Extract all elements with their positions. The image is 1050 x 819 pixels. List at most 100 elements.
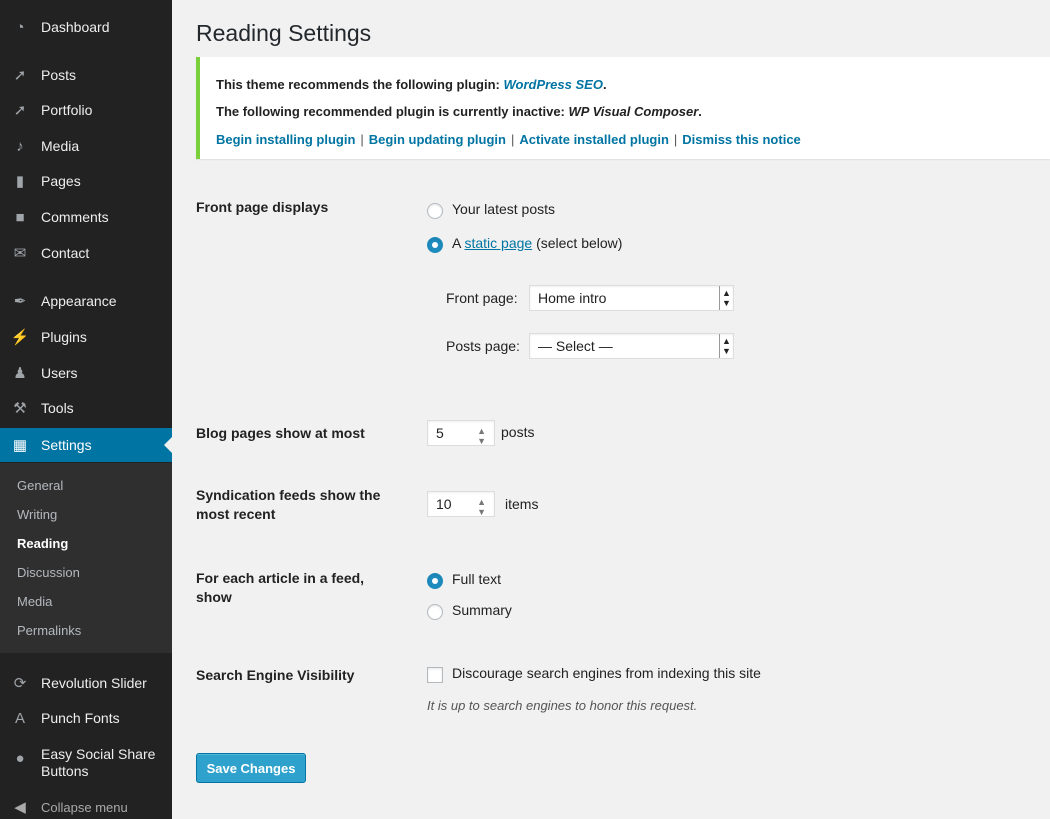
- full-text-radio[interactable]: [427, 573, 443, 589]
- admin-sidebar: ◔ Dashboard ➚ Posts ➚ Portfolio ♪ Media …: [0, 0, 172, 819]
- search-visibility-description: It is up to search engines to honor this…: [427, 698, 698, 713]
- discourage-search-label[interactable]: Discourage search engines from indexing …: [452, 665, 761, 681]
- sidebar-item-label: Easy Social Share Buttons: [41, 746, 156, 779]
- sidebar-item-label: Users: [41, 365, 78, 381]
- share-icon: ●: [15, 749, 25, 767]
- plugin-notice: This theme recommends the following plug…: [196, 57, 1050, 159]
- posts-page-select-label: Posts page:: [446, 338, 520, 354]
- sidebar-item-label: Plugins: [41, 329, 87, 345]
- plugin-link-wordpress-seo[interactable]: WordPress SEO: [503, 77, 602, 92]
- sidebar-item-appearance[interactable]: ✒ Appearance: [0, 284, 172, 318]
- sidebar-item-comments[interactable]: ■ Comments: [0, 200, 172, 234]
- sidebar-item-label: Portfolio: [41, 102, 93, 118]
- discourage-search-checkbox[interactable]: [427, 667, 443, 683]
- sidebar-item-contact[interactable]: ✉ Contact: [0, 236, 172, 270]
- link-separator: |: [510, 132, 515, 147]
- link-separator: |: [360, 132, 364, 147]
- static-page-radio[interactable]: [427, 237, 443, 253]
- sidebar-item-media[interactable]: ♪ Media: [0, 129, 172, 163]
- sidebar-item-users[interactable]: ♟ Users: [0, 356, 172, 390]
- submenu-item-reading[interactable]: Reading: [17, 536, 68, 551]
- collapse-icon: ◀: [14, 799, 26, 816]
- link-separator: |: [673, 132, 678, 147]
- notice-actions: Begin installing plugin | Begin updating p…: [216, 132, 801, 147]
- chevron-down-icon: ▲ ▼: [719, 286, 733, 310]
- sidebar-item-portfolio[interactable]: ➚ Portfolio: [0, 93, 172, 127]
- sidebar-item-posts[interactable]: ➚ Posts: [0, 58, 172, 92]
- feed-article-label: For each article in a feed, show: [196, 570, 365, 605]
- sidebar-item-plugins[interactable]: ⚡ Plugins: [0, 320, 172, 354]
- summary-radio[interactable]: [427, 604, 443, 620]
- full-text-label[interactable]: Full text: [452, 571, 501, 587]
- sidebar-item-label: Pages: [41, 173, 81, 189]
- brush-icon: ✒: [13, 293, 27, 310]
- notice-text: The following recommended plugin is curr…: [216, 104, 569, 119]
- posts-page-select[interactable]: — Select — ▲ ▼: [529, 333, 734, 359]
- refresh-icon: ⟳: [13, 675, 27, 692]
- sidebar-item-label: Collapse menu: [41, 799, 128, 815]
- sidebar-item-tools[interactable]: ⚒ Tools: [0, 391, 172, 425]
- sidebar-item-dashboard[interactable]: ◔ Dashboard: [0, 10, 172, 44]
- latest-posts-label[interactable]: Your latest posts: [452, 201, 555, 217]
- settings-icon: ▦: [12, 437, 28, 454]
- static-page-label[interactable]: A static page (select below): [452, 235, 622, 251]
- envelope-icon: ✉: [13, 245, 27, 262]
- summary-label[interactable]: Summary: [452, 602, 512, 618]
- dashboard-icon: ◔: [15, 18, 25, 36]
- wrench-icon: ⚒: [13, 400, 27, 417]
- user-icon: ♟: [13, 365, 27, 382]
- front-page-displays-label: Front page displays: [196, 199, 329, 215]
- notice-text: .: [698, 104, 702, 119]
- sidebar-item-label: Posts: [41, 67, 77, 83]
- sidebar-item-easy-social-share[interactable]: ● Easy Social Share Buttons: [0, 746, 172, 790]
- chevron-down-icon: ▲ ▼: [719, 334, 733, 358]
- sidebar-item-pages[interactable]: ▮ Pages: [0, 164, 172, 198]
- submenu-item-media[interactable]: Media: [17, 594, 52, 609]
- latest-posts-radio[interactable]: [427, 203, 443, 219]
- begin-installing-plugin-link[interactable]: Begin installing plugin: [216, 132, 355, 147]
- begin-updating-plugin-link[interactable]: Begin updating plugin: [369, 132, 506, 147]
- notice-text: This theme recommends the following plug…: [216, 77, 504, 92]
- sidebar-item-revolution-slider[interactable]: ⟳ Revolution Slider: [0, 666, 172, 700]
- notice-line-recommend: This theme recommends the following plug…: [216, 77, 607, 92]
- stepper-icon[interactable]: ▲ ▼: [477, 497, 486, 517]
- sidebar-item-label: Revolution Slider: [41, 675, 147, 691]
- pages-icon: ▮: [15, 173, 25, 190]
- sidebar-item-label: Tools: [41, 400, 74, 416]
- front-page-select-label: Front page:: [446, 290, 518, 306]
- collapse-menu-button[interactable]: ◀ Collapse menu: [0, 792, 172, 819]
- dismiss-notice-link[interactable]: Dismiss this notice: [682, 132, 800, 147]
- sidebar-item-settings[interactable]: ▦ Settings: [0, 428, 172, 462]
- submenu-item-discussion[interactable]: Discussion: [17, 565, 80, 580]
- sidebar-item-label: Dashboard: [41, 19, 110, 35]
- static-page-link[interactable]: static page: [464, 235, 532, 251]
- items-unit-label: items: [505, 496, 539, 512]
- posts-per-page-value: 5: [436, 425, 444, 441]
- page-title: Reading Settings: [196, 20, 372, 46]
- sidebar-item-label: Comments: [41, 209, 109, 225]
- submenu-item-writing[interactable]: Writing: [17, 507, 57, 522]
- plug-icon: ⚡: [10, 329, 30, 346]
- search-visibility-label: Search Engine Visibility: [196, 667, 355, 683]
- blog-pages-label: Blog pages show at most: [196, 425, 365, 441]
- sidebar-item-punch-fonts[interactable]: A Punch Fonts: [0, 701, 172, 735]
- sidebar-item-label: Appearance: [41, 293, 117, 309]
- submenu-item-general[interactable]: General: [17, 478, 63, 493]
- comments-icon: ■: [15, 208, 25, 226]
- feed-items-input[interactable]: 10 ▲ ▼: [427, 491, 495, 517]
- front-page-select[interactable]: Home intro ▲ ▼: [529, 285, 734, 311]
- sidebar-item-label: Settings: [41, 437, 92, 453]
- plugin-name-wp-visual-composer: WP Visual Composer: [568, 104, 699, 119]
- sidebar-item-label: Media: [41, 138, 80, 154]
- submenu-item-permalinks[interactable]: Permalinks: [17, 623, 81, 638]
- sidebar-item-label: Contact: [41, 245, 90, 261]
- feed-items-value: 10: [436, 496, 452, 512]
- activate-installed-plugin-link[interactable]: Activate installed plugin: [519, 132, 669, 147]
- stepper-icon[interactable]: ▲ ▼: [477, 426, 486, 446]
- posts-per-page-input[interactable]: 5 ▲ ▼: [427, 420, 495, 446]
- posts-page-select-value: — Select —: [538, 338, 613, 354]
- static-page-prefix: A: [452, 235, 465, 251]
- save-changes-button[interactable]: Save Changes: [196, 753, 306, 783]
- posts-unit-label: posts: [501, 424, 535, 440]
- pin-icon: ➚: [13, 102, 27, 119]
